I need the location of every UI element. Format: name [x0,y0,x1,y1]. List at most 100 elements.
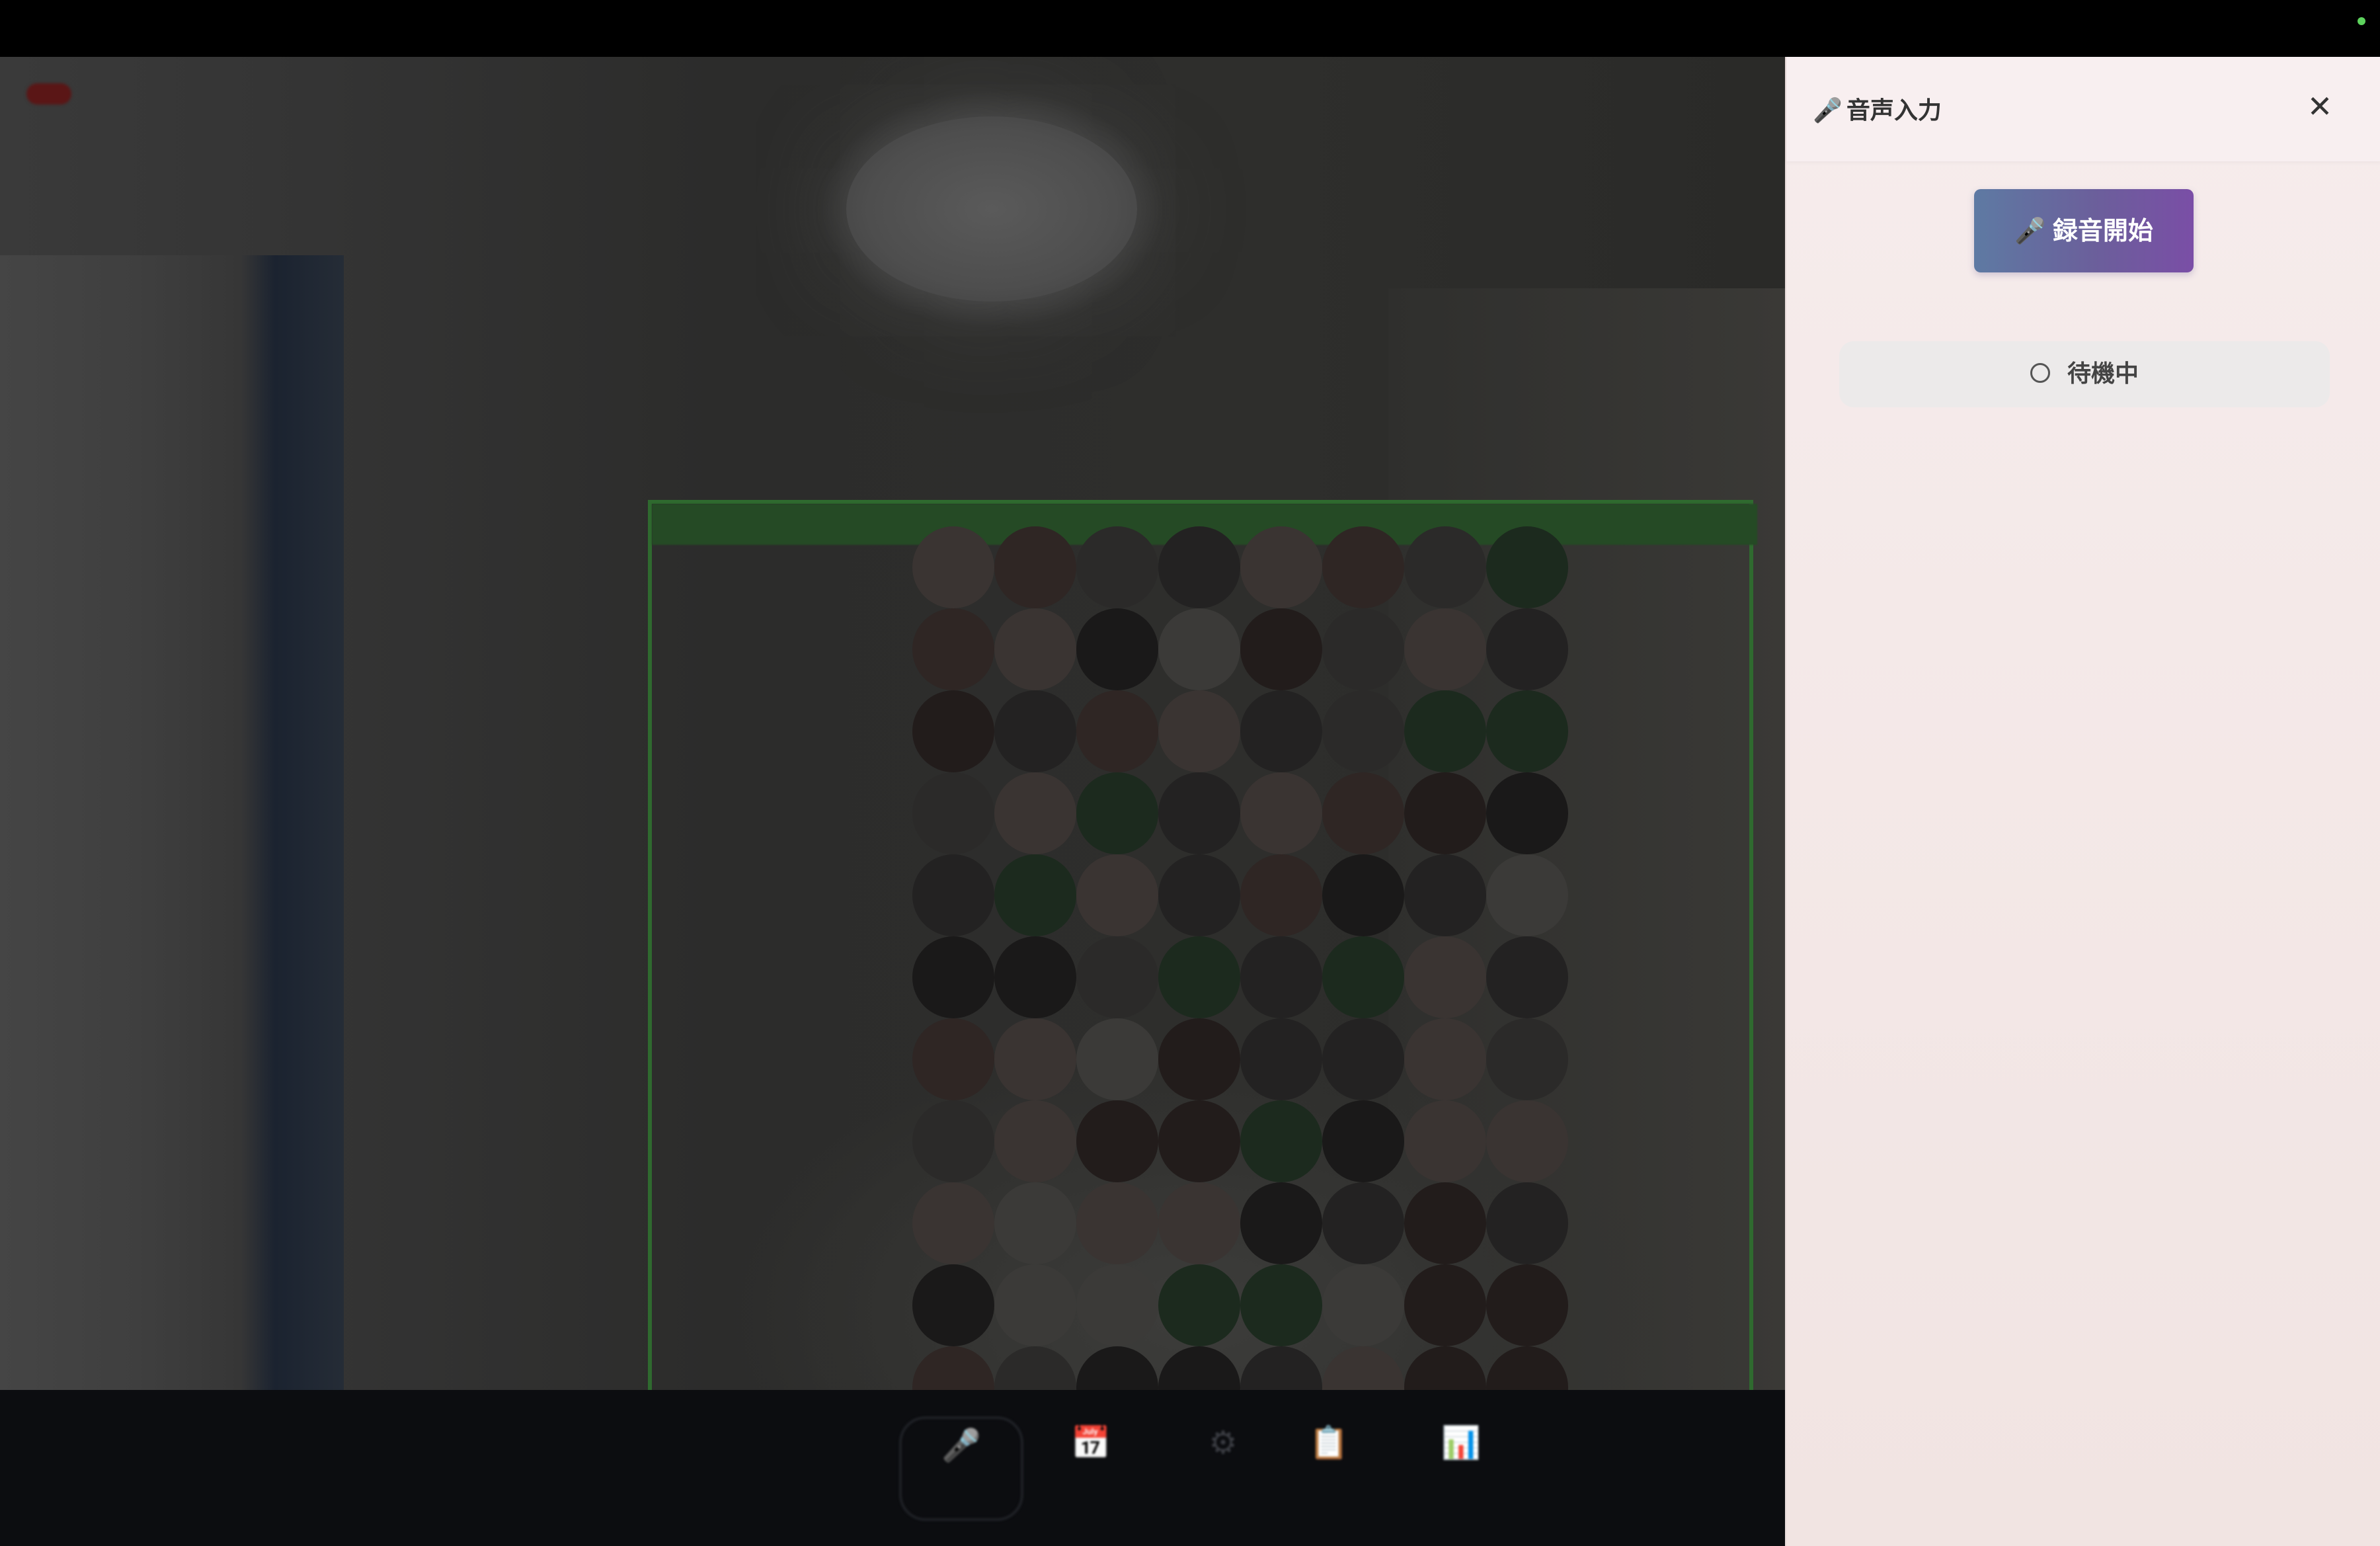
mosaic-tile [1076,1264,1158,1346]
microphone-icon: 🎤 [1813,97,1843,124]
mosaic-tile [1158,1182,1240,1264]
schedule-control-button[interactable]: 📅 [1031,1416,1150,1516]
mosaic-tile [1322,526,1404,608]
mosaic-tile [1158,690,1240,772]
mosaic-tile [1158,772,1240,854]
log-control-button[interactable]: 📋 [1269,1416,1388,1516]
mosaic-tile [1158,608,1240,690]
mosaic-tile [912,1018,994,1100]
mosaic-tile [1404,772,1486,854]
mosaic-tile [1076,936,1158,1018]
mosaic-tile [912,1264,994,1346]
mosaic-tile [1486,690,1568,772]
mosaic-tile [912,936,994,1018]
mosaic-tile [1158,1018,1240,1100]
mosaic-tile [1486,1018,1568,1100]
mosaic-tile [1322,1100,1404,1182]
mosaic-tile [1486,854,1568,936]
document-icon: 📋 [1309,1424,1349,1461]
mosaic-tile [994,854,1076,936]
mosaic-tile [994,526,1076,608]
mosaic-tile [1322,1182,1404,1264]
close-button[interactable]: ✕ [2297,83,2343,130]
start-recording-button[interactable]: 🎤 録音開始 [1974,189,2194,272]
mosaic-tile [1076,608,1158,690]
mosaic-tile [1240,1346,1322,1390]
mosaic-tile [994,690,1076,772]
mosaic-tile [1076,1346,1158,1390]
mosaic-tile [1322,1018,1404,1100]
mosaic-tile [1404,608,1486,690]
mosaic-tile [912,1182,994,1264]
mosaic-tile [912,1100,994,1182]
mosaic-tile [912,526,994,608]
mosaic-tile [1076,772,1158,854]
mosaic-tile [912,772,994,854]
curtain [0,255,344,1390]
report-control-button[interactable]: 📊 [1402,1416,1521,1516]
mosaic-tile [912,854,994,936]
recording-badge [26,83,71,104]
status-badge: 待機中 [1839,341,2330,407]
mosaic-tile [1158,1100,1240,1182]
mosaic-tile [994,1182,1076,1264]
mosaic-tile [1240,936,1322,1018]
status-indicator-dot [2358,17,2365,25]
mosaic-tile [1486,1264,1568,1346]
mosaic-tile [1486,608,1568,690]
mosaic-tile [994,608,1076,690]
microphone-icon: 🎤 [941,1427,981,1464]
mosaic-tile [1076,690,1158,772]
mosaic-tile [1322,608,1404,690]
status-text: 待機中 [2067,360,2139,387]
mosaic-tile [912,1346,994,1390]
mosaic-tile [1076,854,1158,936]
mosaic-tile [1158,1346,1240,1390]
mosaic-tile [1404,1018,1486,1100]
mosaic-tile [1158,1264,1240,1346]
chart-icon: 📊 [1441,1424,1481,1461]
mosaic-tile [1404,526,1486,608]
mosaic-tile [1322,772,1404,854]
mosaic-tile [1404,1182,1486,1264]
bottom-control-bar: 🎤 📅 ⚙ 📋 📊 [0,1390,1785,1546]
mosaic-tile [1404,1346,1486,1390]
mosaic-tile [1322,1264,1404,1346]
mosaic-tile [1158,936,1240,1018]
mosaic-tile [1240,772,1322,854]
calendar-icon: 📅 [1071,1424,1111,1461]
settings-control-button[interactable]: ⚙ [1164,1416,1283,1516]
voice-input-panel: 🎤 音声入力 ✕ 🎤 録音開始 待機中 [1785,57,2380,1546]
mosaic-tile [1158,526,1240,608]
mosaic-tile [912,608,994,690]
gear-icon: ⚙ [1209,1424,1238,1461]
mosaic-tile [1322,936,1404,1018]
mosaic-tile [912,690,994,772]
mosaic-tile [994,1100,1076,1182]
mosaic-tile [1404,690,1486,772]
panel-header: 🎤 音声入力 ✕ [1786,57,2380,161]
mosaic-tile [1322,854,1404,936]
mosaic-tile [1240,608,1322,690]
mosaic-tile [1240,1018,1322,1100]
mosaic-tile [1486,936,1568,1018]
mosaic-tile [1486,772,1568,854]
camera-view [0,57,1785,1390]
mosaic-tile [994,1346,1076,1390]
ceiling-lamp [846,116,1137,302]
voice-input-control-button[interactable]: 🎤 [899,1416,1023,1521]
mosaic-tile [1076,1182,1158,1264]
panel-title-text: 音声入力 [1846,97,1942,124]
mosaic-tile [1404,854,1486,936]
mosaic-tile [1404,1100,1486,1182]
mosaic-tile [994,1264,1076,1346]
mosaic-tile [994,936,1076,1018]
mosaic-tile [1076,526,1158,608]
mosaic-tile [1404,1264,1486,1346]
circle-outline-icon [2030,363,2050,383]
mosaic-tile [1158,854,1240,936]
mosaic-tile [1076,1018,1158,1100]
mosaic-tile [1076,1100,1158,1182]
mosaic-tile [1240,1100,1322,1182]
mosaic-tile [1322,1346,1404,1390]
